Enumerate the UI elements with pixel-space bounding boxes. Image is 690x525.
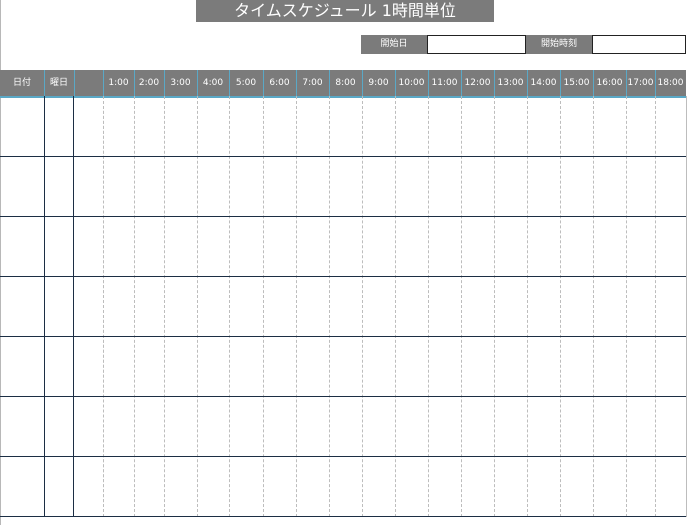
header-separator — [560, 70, 561, 96]
table-row[interactable] — [0, 336, 686, 396]
date-cell[interactable] — [0, 336, 44, 396]
header-hour: 11:00 — [431, 78, 458, 88]
header-separator — [197, 70, 198, 96]
start-date-label: 開始日 — [361, 35, 427, 54]
header-hour: 9:00 — [368, 78, 389, 88]
header-hour: 6:00 — [269, 78, 290, 88]
weekday-cell[interactable] — [44, 396, 74, 456]
header-separator — [626, 70, 627, 96]
header-separator — [527, 70, 528, 96]
header-separator — [74, 70, 75, 96]
header-hour: 1:00 — [108, 78, 129, 88]
start-time-label: 開始時刻 — [526, 35, 592, 54]
header-separator — [494, 70, 495, 96]
weekday-cell[interactable] — [44, 456, 74, 516]
weekday-cell[interactable] — [44, 96, 74, 156]
date-cell[interactable] — [0, 396, 44, 456]
header-hour: 14:00 — [530, 78, 557, 88]
weekday-cell[interactable] — [44, 276, 74, 336]
header-hour: 17:00 — [627, 78, 654, 88]
header-hour: 16:00 — [596, 78, 623, 88]
header-separator — [428, 70, 429, 96]
header-separator — [296, 70, 297, 96]
page-title: タイムスケジュール 1時間単位 — [196, 0, 494, 22]
grid-row-line — [0, 516, 686, 517]
header-date: 日付 — [12, 78, 31, 88]
grid-right-edge — [686, 96, 687, 517]
date-cell[interactable] — [0, 156, 44, 216]
header-separator — [655, 70, 656, 96]
table-row[interactable] — [0, 156, 686, 216]
header-hour: 2:00 — [138, 78, 160, 88]
header-hour: 8:00 — [335, 78, 356, 88]
header-separator — [461, 70, 462, 96]
header-separator — [362, 70, 363, 96]
header-separator — [44, 70, 45, 96]
date-cell[interactable] — [0, 456, 44, 516]
header-hour: 15:00 — [563, 78, 590, 88]
weekday-cell[interactable] — [44, 156, 74, 216]
header-hour: 5:00 — [235, 78, 257, 88]
header-separator — [395, 70, 396, 96]
weekday-cell[interactable] — [44, 216, 74, 276]
table-row[interactable] — [0, 456, 686, 516]
table-row[interactable] — [0, 396, 686, 456]
header-hour: 18:00 — [657, 78, 684, 88]
header-weekday: 曜日 — [49, 78, 68, 88]
table-row[interactable] — [0, 216, 686, 276]
header-separator — [593, 70, 594, 96]
header-separator — [263, 70, 264, 96]
header-separator — [103, 70, 104, 96]
table-row[interactable] — [0, 96, 686, 156]
weekday-cell[interactable] — [44, 336, 74, 396]
header-separator — [229, 70, 230, 96]
header-hour: 12:00 — [464, 78, 491, 88]
date-cell[interactable] — [0, 216, 44, 276]
table-row[interactable] — [0, 276, 686, 336]
start-date-field[interactable] — [427, 35, 526, 54]
header-hour: 7:00 — [302, 78, 323, 88]
header-separator — [329, 70, 330, 96]
header-separator — [164, 70, 165, 96]
header-hour: 4:00 — [202, 78, 224, 88]
header-hour: 10:00 — [398, 78, 425, 88]
date-cell[interactable] — [0, 96, 44, 156]
header-separator — [134, 70, 135, 96]
header-hour: 13:00 — [497, 78, 524, 88]
date-cell[interactable] — [0, 276, 44, 336]
header-hour: 3:00 — [170, 78, 191, 88]
start-time-field[interactable] — [592, 35, 686, 54]
